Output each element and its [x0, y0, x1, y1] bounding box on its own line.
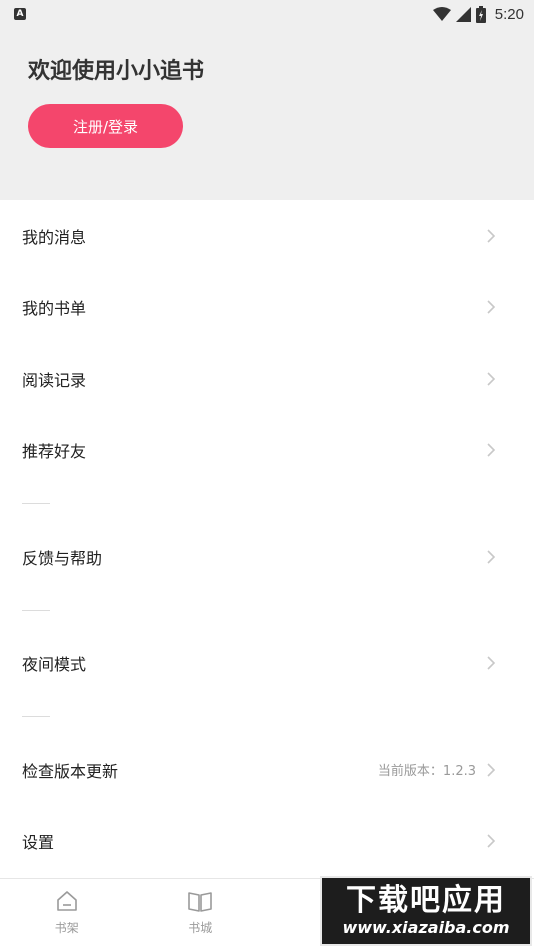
section-divider — [0, 699, 534, 734]
menu-item-label: 我的书单 — [22, 299, 87, 319]
chevron-right-icon — [487, 443, 496, 457]
status-icons: 5:20 — [432, 5, 524, 23]
tab-label: 书架 — [54, 921, 79, 935]
tab-bookshelf[interactable]: 书架 — [0, 879, 134, 950]
menu-item-label: 检查版本更新 — [22, 761, 119, 781]
chevron-right-icon — [487, 372, 496, 386]
tab-bookstore[interactable]: 书城 — [134, 879, 268, 950]
welcome-title: 欢迎使用小小追书 — [28, 59, 205, 84]
battery-icon — [475, 5, 486, 23]
chevron-right-icon — [487, 229, 496, 243]
notification-app-icon: A — [14, 8, 26, 20]
section-divider — [0, 593, 534, 628]
chevron-right-icon — [487, 300, 496, 314]
menu-item-recommend-friends[interactable]: 推荐好友 — [0, 415, 534, 487]
cellular-signal-icon — [455, 6, 471, 22]
watermark-logo: 下载吧应用 www.xiazaiba.com — [320, 876, 532, 946]
current-version-text: 当前版本：1.2.3 — [377, 764, 476, 780]
menu-item-label: 阅读记录 — [22, 370, 87, 390]
watermark-url: www.xiazaiba.com — [342, 918, 510, 937]
chevron-right-icon — [487, 656, 496, 670]
menu-item-label: 反馈与帮助 — [22, 548, 103, 568]
menu-item-booklist[interactable]: 我的书单 — [0, 272, 534, 344]
profile-header: 欢迎使用小小追书 注册/登录 — [0, 28, 534, 200]
menu-item-label: 推荐好友 — [22, 442, 87, 462]
register-login-button[interactable]: 注册/登录 — [28, 104, 183, 148]
status-bar: A 5:20 — [0, 0, 534, 28]
chevron-right-icon — [487, 550, 496, 564]
watermark-title: 下载吧应用 — [346, 883, 506, 918]
menu-item-reading-history[interactable]: 阅读记录 — [0, 343, 534, 415]
tab-label: 书城 — [188, 921, 213, 935]
menu-item-messages[interactable]: 我的消息 — [0, 200, 534, 272]
menu-item-feedback-help[interactable]: 反馈与帮助 — [0, 521, 534, 593]
chevron-right-icon — [487, 763, 496, 777]
menu-item-settings[interactable]: 设置 — [0, 806, 534, 878]
menu-item-label: 我的消息 — [22, 227, 87, 247]
settings-menu: 我的消息 我的书单 阅读记录 推荐好友 反馈与帮助 夜间模式 检查版本更新 当前… — [0, 200, 534, 877]
menu-item-night-mode[interactable]: 夜间模式 — [0, 628, 534, 700]
wifi-icon — [432, 7, 451, 21]
home-icon — [56, 891, 77, 911]
book-icon — [188, 892, 213, 912]
section-divider — [0, 486, 534, 521]
status-time: 5:20 — [494, 5, 524, 23]
menu-item-label: 设置 — [22, 833, 55, 853]
chevron-right-icon — [487, 834, 496, 848]
menu-item-label: 夜间模式 — [22, 655, 87, 675]
menu-item-check-update[interactable]: 检查版本更新 当前版本：1.2.3 — [0, 734, 534, 806]
